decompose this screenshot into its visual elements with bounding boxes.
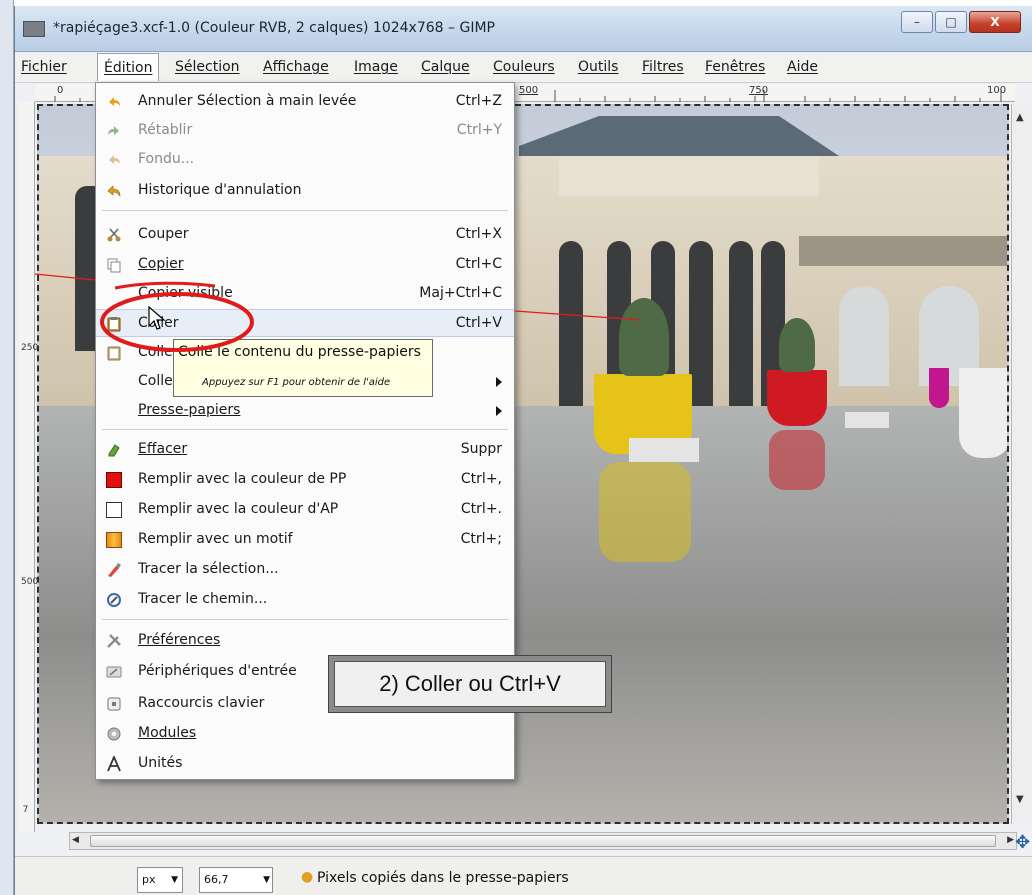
desktop-edge xyxy=(0,0,14,895)
red-annotation xyxy=(34,273,642,352)
callout-text: 2) Coller ou Ctrl+V xyxy=(334,661,606,707)
gimp-window: *rapiéçage3.xcf-1.0 (Couleur RVB, 2 calq… xyxy=(14,6,1032,895)
instruction-callout: 2) Coller ou Ctrl+V xyxy=(328,655,612,713)
